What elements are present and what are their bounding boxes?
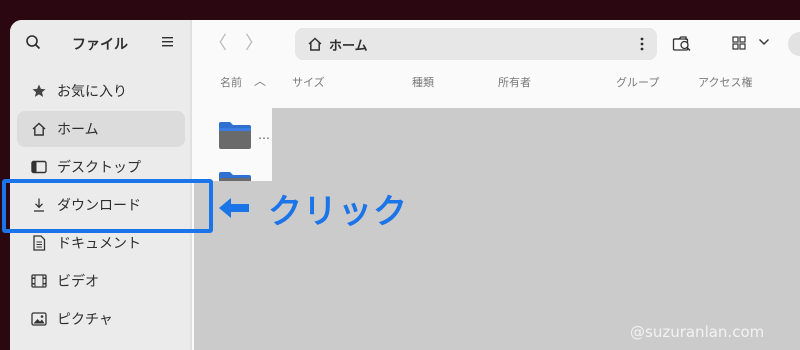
column-size[interactable]: サイズ [292, 74, 325, 90]
sidebar-header: ファイル [10, 20, 190, 68]
path-segment-home[interactable]: ホーム [329, 35, 368, 54]
column-type[interactable]: 種類 [412, 74, 434, 90]
document-icon [31, 235, 47, 251]
sidebar-item-label: ピクチャ [57, 312, 113, 328]
sidebar-item-videos[interactable]: ビデオ [17, 263, 185, 299]
column-access[interactable]: アクセス権 [698, 74, 752, 90]
annotation-label: クリック [268, 192, 408, 232]
header-bar: 〈 〉 ホーム [192, 20, 800, 68]
sidebar-item-home[interactable]: ホーム [17, 111, 185, 147]
sidebar-item-label: ホーム [57, 122, 99, 138]
column-group[interactable]: グループ [616, 74, 659, 90]
window-menu-button[interactable] [788, 32, 800, 56]
picture-icon [31, 311, 47, 327]
sidebar-item-label: デスクトップ [57, 160, 141, 176]
column-owner[interactable]: 所有者 [498, 74, 531, 90]
sidebar-item-pictures[interactable]: ピクチャ [17, 301, 185, 337]
desktop-icon [31, 159, 47, 175]
highlight-box [2, 179, 213, 233]
folder-icon [219, 122, 251, 149]
grid-view-icon[interactable] [732, 36, 746, 50]
watermark: @suzuranlan.com [630, 323, 765, 341]
path-bar[interactable]: ホーム [295, 28, 657, 60]
sidebar-item-label: お気に入り [57, 84, 127, 100]
sidebar-item-favorites[interactable]: お気に入り [17, 73, 185, 109]
chevron-down-icon[interactable] [758, 36, 770, 48]
sort-ascending-icon[interactable]: ︿ [254, 72, 266, 89]
kebab-menu-icon[interactable] [639, 36, 645, 52]
home-icon [308, 37, 322, 51]
sidebar-item-label: ドキュメント [57, 236, 141, 252]
home-icon [31, 121, 47, 137]
star-icon [31, 83, 47, 99]
list-item[interactable]: … [218, 116, 270, 154]
hamburger-menu-icon[interactable] [160, 34, 176, 50]
search-folder-icon[interactable] [672, 34, 694, 54]
arrow-left-icon [219, 198, 249, 218]
sidebar-item-label: ビデオ [57, 274, 99, 290]
video-icon [31, 273, 47, 289]
forward-button[interactable]: 〉 [242, 32, 266, 56]
file-name: … [258, 128, 270, 142]
back-button[interactable]: 〈 [206, 32, 230, 56]
column-name[interactable]: 名前 [220, 74, 242, 90]
column-header-row: 名前 ︿ サイズ 種類 所有者 グループ アクセス権 [192, 68, 800, 96]
